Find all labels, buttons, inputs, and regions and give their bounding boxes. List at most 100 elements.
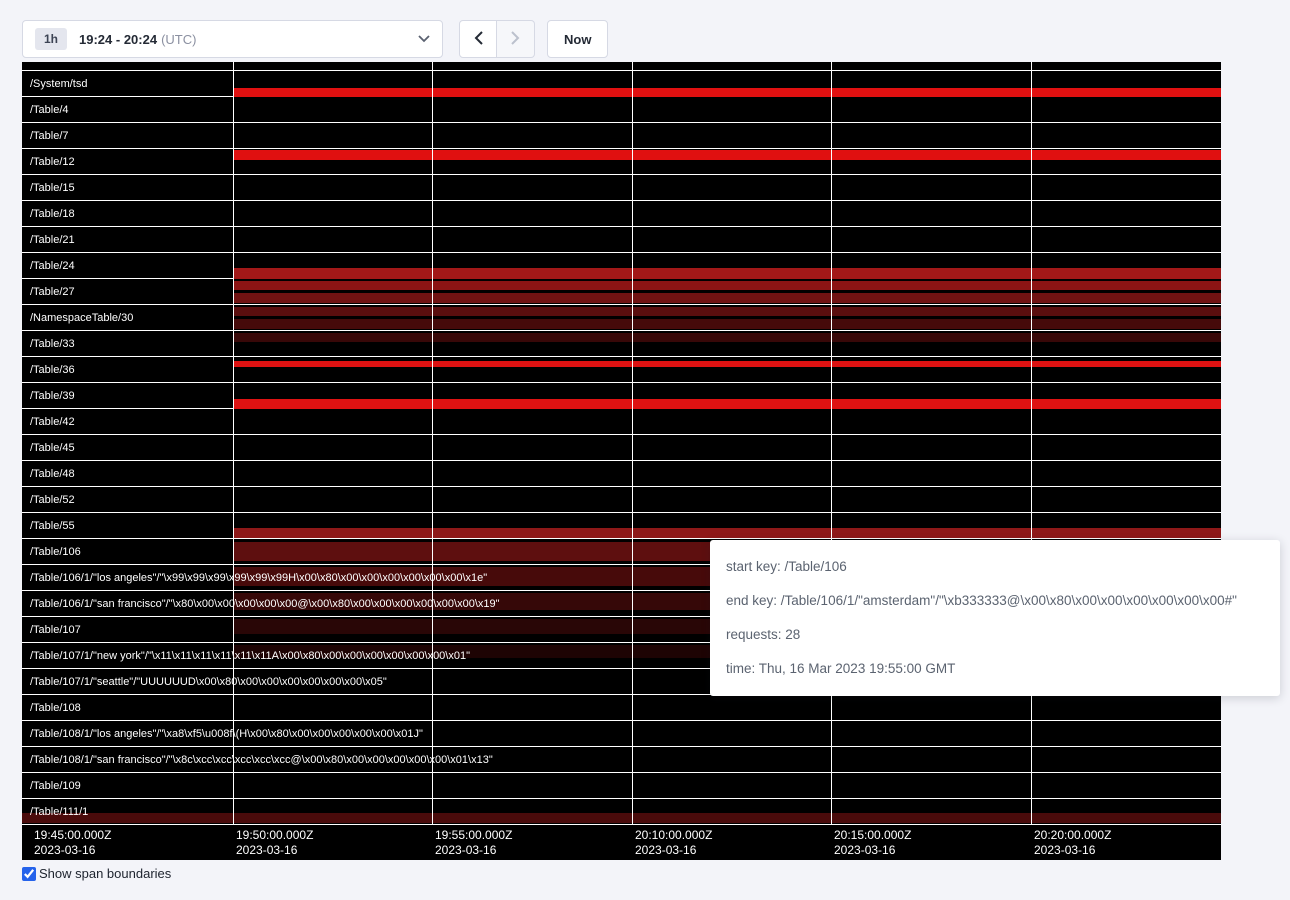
x-axis-tick: 20:15:00.000Z2023-03-16 — [834, 828, 911, 858]
heatmap-row[interactable]: /Table/55 — [22, 512, 1221, 538]
heat-band[interactable] — [22, 813, 1221, 823]
time-gridline — [432, 62, 433, 824]
heatmap-row[interactable]: /Table/48 — [22, 460, 1221, 486]
span-key-label: /Table/106/1/"los angeles"/"\x99\x99\x99… — [30, 572, 487, 584]
heatmap-row[interactable]: /Table/109 — [22, 772, 1221, 798]
heatmap-rows: /System/tsd/Table/4/Table/7/Table/12/Tab… — [22, 70, 1221, 824]
x-axis-tick: 19:50:00.000Z2023-03-16 — [236, 828, 313, 858]
heatmap-row[interactable]: /Table/36 — [22, 356, 1221, 382]
heat-band[interactable] — [233, 307, 1221, 316]
span-key-label: /Table/109 — [30, 780, 81, 792]
heatmap-row[interactable]: /Table/24 — [22, 252, 1221, 278]
heatmap-row[interactable]: /Table/108/1/"los angeles"/"\xa8\xf5\u00… — [22, 720, 1221, 746]
time-nav-group — [459, 20, 535, 58]
key-visualizer-canvas[interactable]: /System/tsd/Table/4/Table/7/Table/12/Tab… — [22, 62, 1221, 860]
heatmap-row[interactable]: /Table/15 — [22, 174, 1221, 200]
heat-band[interactable] — [233, 150, 1221, 160]
span-tooltip: start key: /Table/106 end key: /Table/10… — [710, 540, 1280, 696]
span-key-label: /Table/108/1/"san francisco"/"\x8c\xcc\x… — [30, 754, 493, 766]
time-gridline — [1031, 62, 1032, 824]
x-axis-time: 20:15:00.000Z — [834, 828, 911, 843]
heatmap-row[interactable]: /Table/111/1 — [22, 798, 1221, 824]
x-axis-time: 20:10:00.000Z — [635, 828, 712, 843]
heatmap-row[interactable]: /Table/108/1/"san francisco"/"\x8c\xcc\x… — [22, 746, 1221, 772]
range-timezone: (UTC) — [161, 32, 196, 47]
span-key-label: /System/tsd — [30, 78, 87, 90]
chevron-down-icon — [418, 35, 430, 43]
x-axis-date: 2023-03-16 — [635, 843, 712, 858]
heat-band[interactable] — [233, 293, 1221, 303]
heat-band[interactable] — [233, 281, 1221, 290]
span-key-label: /Table/24 — [30, 260, 75, 272]
heatmap-row[interactable]: /Table/18 — [22, 200, 1221, 226]
heatmap-row[interactable]: /Table/12 — [22, 148, 1221, 174]
bottom-boundary-line — [22, 824, 1221, 825]
time-gridline — [233, 62, 234, 824]
span-key-label: /Table/21 — [30, 234, 75, 246]
span-key-label: /Table/107/1/"seattle"/"UUUUUUD\x00\x80\… — [30, 676, 387, 688]
time-range-selector[interactable]: 1h 19:24 - 20:24 (UTC) — [22, 20, 443, 58]
heatmap-row[interactable]: /Table/52 — [22, 486, 1221, 512]
heatmap-row[interactable]: /Table/45 — [22, 434, 1221, 460]
heat-band[interactable] — [233, 319, 1221, 329]
span-key-label: /Table/12 — [30, 156, 75, 168]
span-key-label: /Table/108/1/"los angeles"/"\xa8\xf5\u00… — [30, 728, 423, 740]
time-gridline — [632, 62, 633, 824]
heatmap-row[interactable]: /Table/108 — [22, 694, 1221, 720]
heatmap-row[interactable]: /Table/21 — [22, 226, 1221, 252]
chevron-left-icon — [474, 31, 483, 48]
tooltip-time: time: Thu, 16 Mar 2023 19:55:00 GMT — [726, 652, 1264, 686]
x-axis-time: 19:55:00.000Z — [435, 828, 512, 843]
heat-band[interactable] — [233, 333, 1221, 342]
x-axis-tick: 19:45:00.000Z2023-03-16 — [34, 828, 111, 858]
tooltip-start-key: start key: /Table/106 — [726, 550, 1264, 584]
heatmap-row[interactable]: /Table/27 — [22, 278, 1221, 304]
heatmap-row[interactable]: /System/tsd — [22, 70, 1221, 96]
heat-band[interactable] — [233, 88, 1221, 97]
span-key-label: /Table/18 — [30, 208, 75, 220]
tooltip-requests: requests: 28 — [726, 618, 1264, 652]
span-key-label: /Table/106/1/"san francisco"/"\x80\x00\x… — [30, 598, 500, 610]
span-key-label: /Table/55 — [30, 520, 75, 532]
heatmap-row[interactable]: /NamespaceTable/30 — [22, 304, 1221, 330]
heat-band[interactable] — [233, 361, 1221, 367]
chevron-right-icon — [511, 31, 520, 48]
show-span-boundaries-checkbox[interactable] — [22, 867, 36, 881]
now-button[interactable]: Now — [547, 20, 608, 58]
range-label: 19:24 - 20:24 — [79, 32, 157, 47]
heat-band[interactable] — [233, 268, 1221, 279]
toolbar: 1h 19:24 - 20:24 (UTC) Now — [22, 20, 608, 58]
span-key-label: /Table/39 — [30, 390, 75, 402]
heatmap-row[interactable]: /Table/42 — [22, 408, 1221, 434]
x-axis-date: 2023-03-16 — [834, 843, 911, 858]
x-axis-time: 19:45:00.000Z — [34, 828, 111, 843]
span-key-label: /Table/45 — [30, 442, 75, 454]
x-axis-tick: 20:20:00.000Z2023-03-16 — [1034, 828, 1111, 858]
span-key-label: /Table/15 — [30, 182, 75, 194]
span-key-label: /NamespaceTable/30 — [30, 312, 133, 324]
span-key-label: /Table/42 — [30, 416, 75, 428]
heatmap-row[interactable]: /Table/33 — [22, 330, 1221, 356]
x-axis-date: 2023-03-16 — [236, 843, 313, 858]
span-key-label: /Table/33 — [30, 338, 75, 350]
tooltip-end-key: end key: /Table/106/1/"amsterdam"/"\xb33… — [726, 584, 1264, 618]
heatmap-row[interactable]: /Table/7 — [22, 122, 1221, 148]
prev-range-button[interactable] — [459, 20, 497, 58]
heatmap-row[interactable]: /Table/39 — [22, 382, 1221, 408]
heat-band[interactable] — [233, 399, 1221, 409]
span-key-label: /Table/52 — [30, 494, 75, 506]
heat-band[interactable] — [233, 528, 1221, 538]
x-axis-time: 19:50:00.000Z — [236, 828, 313, 843]
heatmap-row[interactable]: /Table/4 — [22, 96, 1221, 122]
span-key-label: /Table/106 — [30, 546, 81, 558]
span-key-label: /Table/36 — [30, 364, 75, 376]
footer: Show span boundaries — [22, 866, 171, 881]
next-range-button[interactable] — [497, 20, 535, 58]
x-axis-tick: 19:55:00.000Z2023-03-16 — [435, 828, 512, 858]
span-key-label: /Table/4 — [30, 104, 69, 116]
time-gridline — [831, 62, 832, 824]
x-axis-date: 2023-03-16 — [34, 843, 111, 858]
span-key-label: /Table/48 — [30, 468, 75, 480]
x-axis-tick: 20:10:00.000Z2023-03-16 — [635, 828, 712, 858]
span-key-label: /Table/7 — [30, 130, 69, 142]
